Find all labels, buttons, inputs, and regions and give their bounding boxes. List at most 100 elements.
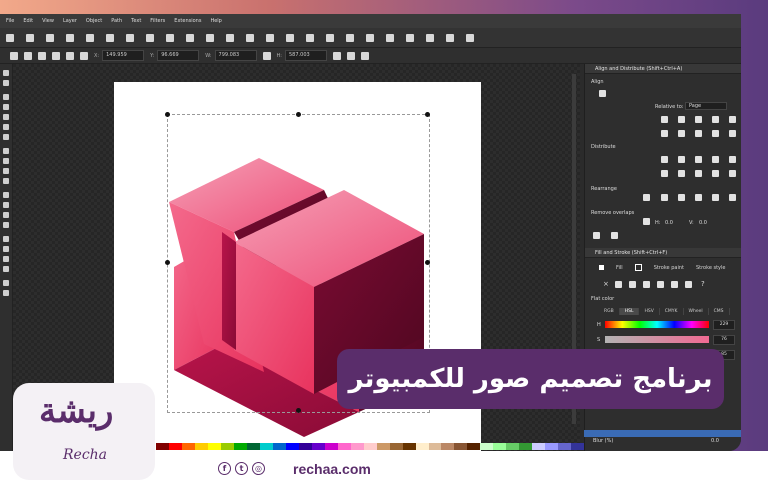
- twitter-icon[interactable]: t: [235, 462, 248, 475]
- palette-swatch[interactable]: [155, 443, 169, 450]
- align-panel-header[interactable]: Align and Distribute (Shift+Ctrl+A): [585, 64, 741, 74]
- palette-swatch[interactable]: [402, 443, 416, 450]
- xml-editor-icon[interactable]: [426, 33, 434, 42]
- y-input[interactable]: 96.669: [157, 50, 200, 61]
- saturation-input[interactable]: 76: [713, 335, 735, 345]
- fill-stroke-panel-header[interactable]: Fill and Stroke (Shift+Ctrl+F): [585, 248, 741, 258]
- radial-gradient-icon[interactable]: [643, 281, 650, 288]
- node-tool-icon[interactable]: [3, 80, 9, 86]
- zoom-selection-icon[interactable]: [226, 33, 234, 42]
- palette-swatch[interactable]: [181, 443, 195, 450]
- palette-swatch[interactable]: [324, 443, 338, 450]
- menu-object[interactable]: Object: [86, 18, 102, 24]
- palette-swatch[interactable]: [259, 443, 273, 450]
- palette-swatch[interactable]: [519, 443, 533, 450]
- distribute-bottom-icon[interactable]: [678, 170, 685, 177]
- website-link[interactable]: rechaa.com: [293, 461, 371, 477]
- palette-swatch[interactable]: [246, 443, 260, 450]
- distribute-right-icon[interactable]: [695, 156, 702, 163]
- select-all-icon[interactable]: [10, 51, 18, 60]
- align-right-edges-icon[interactable]: [695, 116, 702, 123]
- 3d-box-tool-icon[interactable]: [3, 124, 9, 130]
- save-icon[interactable]: [46, 33, 54, 42]
- lock-icon[interactable]: [262, 51, 271, 60]
- unclump-icon[interactable]: [729, 194, 736, 201]
- exchange-clockwise-icon[interactable]: [678, 194, 685, 201]
- blur-slider[interactable]: [584, 430, 741, 437]
- no-paint-icon[interactable]: ×: [603, 280, 609, 288]
- flat-color-icon[interactable]: [615, 281, 622, 288]
- menu-text[interactable]: Text: [131, 18, 141, 24]
- instagram-icon[interactable]: ◎: [252, 462, 265, 475]
- resize-handle-top-left[interactable]: [165, 112, 170, 117]
- menu-layer[interactable]: Layer: [63, 18, 77, 24]
- resize-handle-top-right[interactable]: [425, 112, 430, 117]
- palette-swatch[interactable]: [337, 443, 351, 450]
- layers-icon[interactable]: [406, 33, 414, 42]
- rectangle-tool-icon[interactable]: [3, 94, 9, 100]
- move-gradients-icon[interactable]: [361, 51, 369, 60]
- raise-icon[interactable]: [66, 51, 74, 60]
- copy-icon[interactable]: [166, 33, 174, 42]
- preferences-icon[interactable]: [466, 33, 474, 42]
- spiral-tool-icon[interactable]: [3, 134, 9, 140]
- palette-swatch[interactable]: [454, 443, 468, 450]
- ungroup-icon[interactable]: [346, 33, 354, 42]
- zoom-drawing-icon[interactable]: [246, 33, 254, 42]
- distribute-gaps-h-icon[interactable]: [712, 156, 719, 163]
- palette-swatch[interactable]: [558, 443, 572, 450]
- facebook-icon[interactable]: f: [218, 462, 231, 475]
- stroke-paint-tab[interactable]: Stroke paint: [654, 265, 684, 271]
- color-mode-cms[interactable]: CMS: [709, 308, 730, 315]
- open-icon[interactable]: [26, 33, 34, 42]
- gradient-tool-icon[interactable]: [3, 192, 9, 198]
- h-input[interactable]: 587.003: [285, 50, 327, 61]
- menu-file[interactable]: File: [6, 18, 14, 24]
- distribute-gaps-v-icon[interactable]: [695, 170, 702, 177]
- relative-to-select[interactable]: Page: [685, 102, 727, 110]
- align-bottom-to-top-icon[interactable]: [729, 130, 736, 137]
- cut-icon[interactable]: [186, 33, 194, 42]
- resize-handle-bottom[interactable]: [296, 408, 301, 413]
- remove-overlaps-icon[interactable]: [643, 218, 650, 225]
- pen-tool-icon[interactable]: [3, 158, 9, 164]
- center-vertical-axis-icon[interactable]: [678, 116, 685, 123]
- group-icon[interactable]: [326, 33, 334, 42]
- palette-swatch[interactable]: [376, 443, 390, 450]
- fill-tab[interactable]: Fill: [616, 265, 623, 271]
- linear-gradient-icon[interactable]: [629, 281, 636, 288]
- lower-icon[interactable]: [80, 51, 88, 60]
- palette-swatch[interactable]: [467, 443, 481, 450]
- hue-slider[interactable]: [605, 321, 709, 328]
- palette-swatch[interactable]: [207, 443, 221, 450]
- color-mode-hsl[interactable]: HSL: [619, 308, 640, 315]
- menu-extensions[interactable]: Extensions: [174, 18, 201, 24]
- fill-stroke-icon[interactable]: [366, 33, 374, 42]
- menu-view[interactable]: View: [42, 18, 54, 24]
- x-input[interactable]: 149.959: [102, 50, 145, 61]
- palette-swatch[interactable]: [363, 443, 377, 450]
- ellipse-tool-icon[interactable]: [3, 104, 9, 110]
- resize-handle-top[interactable]: [296, 112, 301, 117]
- mesh-gradient-icon[interactable]: [657, 281, 664, 288]
- star-tool-icon[interactable]: [3, 114, 9, 120]
- color-mode-rgb[interactable]: RGB: [599, 308, 620, 315]
- eraser-tool-icon[interactable]: [3, 256, 9, 262]
- scale-stroke-icon[interactable]: [333, 51, 341, 60]
- duplicate-icon[interactable]: [286, 33, 294, 42]
- paste-icon[interactable]: [206, 33, 214, 42]
- exchange-positions-icon[interactable]: [661, 194, 668, 201]
- palette-swatch[interactable]: [350, 443, 364, 450]
- selector-tool-icon[interactable]: [3, 70, 9, 76]
- distribute-left-icon[interactable]: [661, 156, 668, 163]
- h-gap-input[interactable]: 0.0: [665, 220, 673, 226]
- distribute-baselines-icon[interactable]: [712, 170, 719, 177]
- resize-handle-right[interactable]: [425, 260, 430, 265]
- mesh-tool-icon[interactable]: [3, 202, 9, 208]
- export-icon[interactable]: [106, 33, 114, 42]
- palette-swatch[interactable]: [311, 443, 325, 450]
- unset-paint-icon[interactable]: ?: [701, 280, 705, 288]
- hue-input[interactable]: 229: [713, 320, 735, 330]
- graph-layout-icon[interactable]: [643, 194, 650, 201]
- palette-swatch[interactable]: [168, 443, 182, 450]
